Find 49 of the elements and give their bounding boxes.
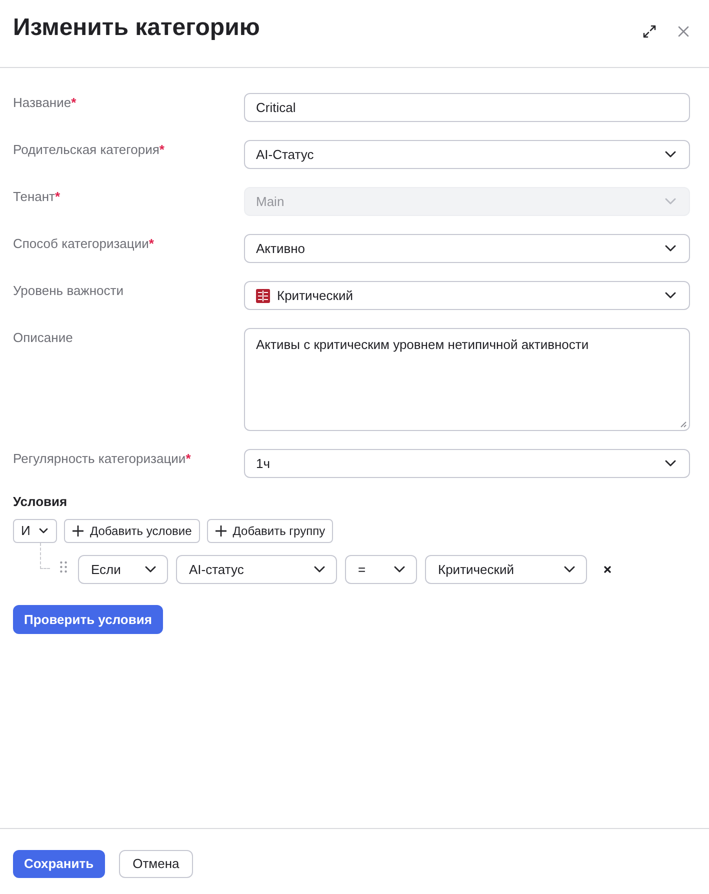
required-mark: * (71, 94, 76, 112)
text-input[interactable]: Critical (244, 93, 690, 122)
select-field[interactable]: Активно (244, 234, 690, 263)
save-button[interactable]: Сохранить (13, 850, 105, 878)
chevron-down-icon (665, 292, 676, 299)
field-label: Тенант (13, 188, 55, 206)
field-label: Уровень важности (13, 282, 124, 300)
condition-select[interactable]: Если (78, 555, 168, 584)
plus-icon (214, 525, 227, 537)
field-label: Название (13, 94, 72, 112)
chevron-down-icon (564, 566, 575, 573)
chevron-down-icon (314, 566, 325, 573)
condition-select[interactable]: = (345, 555, 417, 584)
chevron-down-icon (665, 198, 676, 205)
chevron-down-icon (394, 566, 405, 573)
chevron-down-icon (665, 245, 676, 252)
required-mark: * (186, 450, 191, 468)
required-mark: * (54, 188, 60, 206)
select-field[interactable]: AI-Статус (244, 140, 690, 169)
field-label: Регулярность категоризации (13, 450, 186, 468)
required-mark: * (148, 235, 154, 253)
chevron-down-icon (145, 566, 156, 573)
section-heading: Условия (13, 493, 68, 511)
dialog-title: Изменить категорию (13, 13, 260, 43)
check-conditions-button[interactable]: Проверить условия (13, 605, 163, 634)
required-mark: * (159, 141, 164, 159)
field-label: Описание (13, 329, 73, 347)
field-label: Родительская категория (13, 141, 160, 159)
drag-handle-icon[interactable] (60, 561, 67, 573)
tree-connector-line (40, 543, 50, 569)
chevron-down-icon (39, 528, 48, 534)
remove-icon[interactable] (604, 566, 611, 573)
select-field[interactable]: 1ч (244, 449, 690, 478)
operator-select[interactable]: И (13, 519, 57, 543)
condition-select[interactable]: Критический (425, 555, 587, 584)
condition-select[interactable]: AI-статус (176, 555, 337, 584)
plus-icon (72, 525, 84, 537)
expand-icon[interactable] (643, 25, 656, 38)
grid-tile-icon (256, 288, 270, 302)
select-field[interactable]: Критический (244, 281, 690, 310)
chevron-down-icon (665, 460, 676, 467)
chevron-down-icon (665, 151, 676, 158)
cancel-button[interactable]: Отмена (118, 850, 194, 878)
resize-grip-icon (680, 421, 687, 428)
close-icon[interactable] (678, 26, 689, 37)
description-textarea[interactable]: Активы с критическим уровнем нетипичной активности (244, 328, 690, 431)
add-button[interactable]: Добавить условие (64, 519, 200, 543)
field-label: Способ категоризации (13, 235, 149, 253)
add-button[interactable]: Добавить группу (206, 519, 334, 543)
